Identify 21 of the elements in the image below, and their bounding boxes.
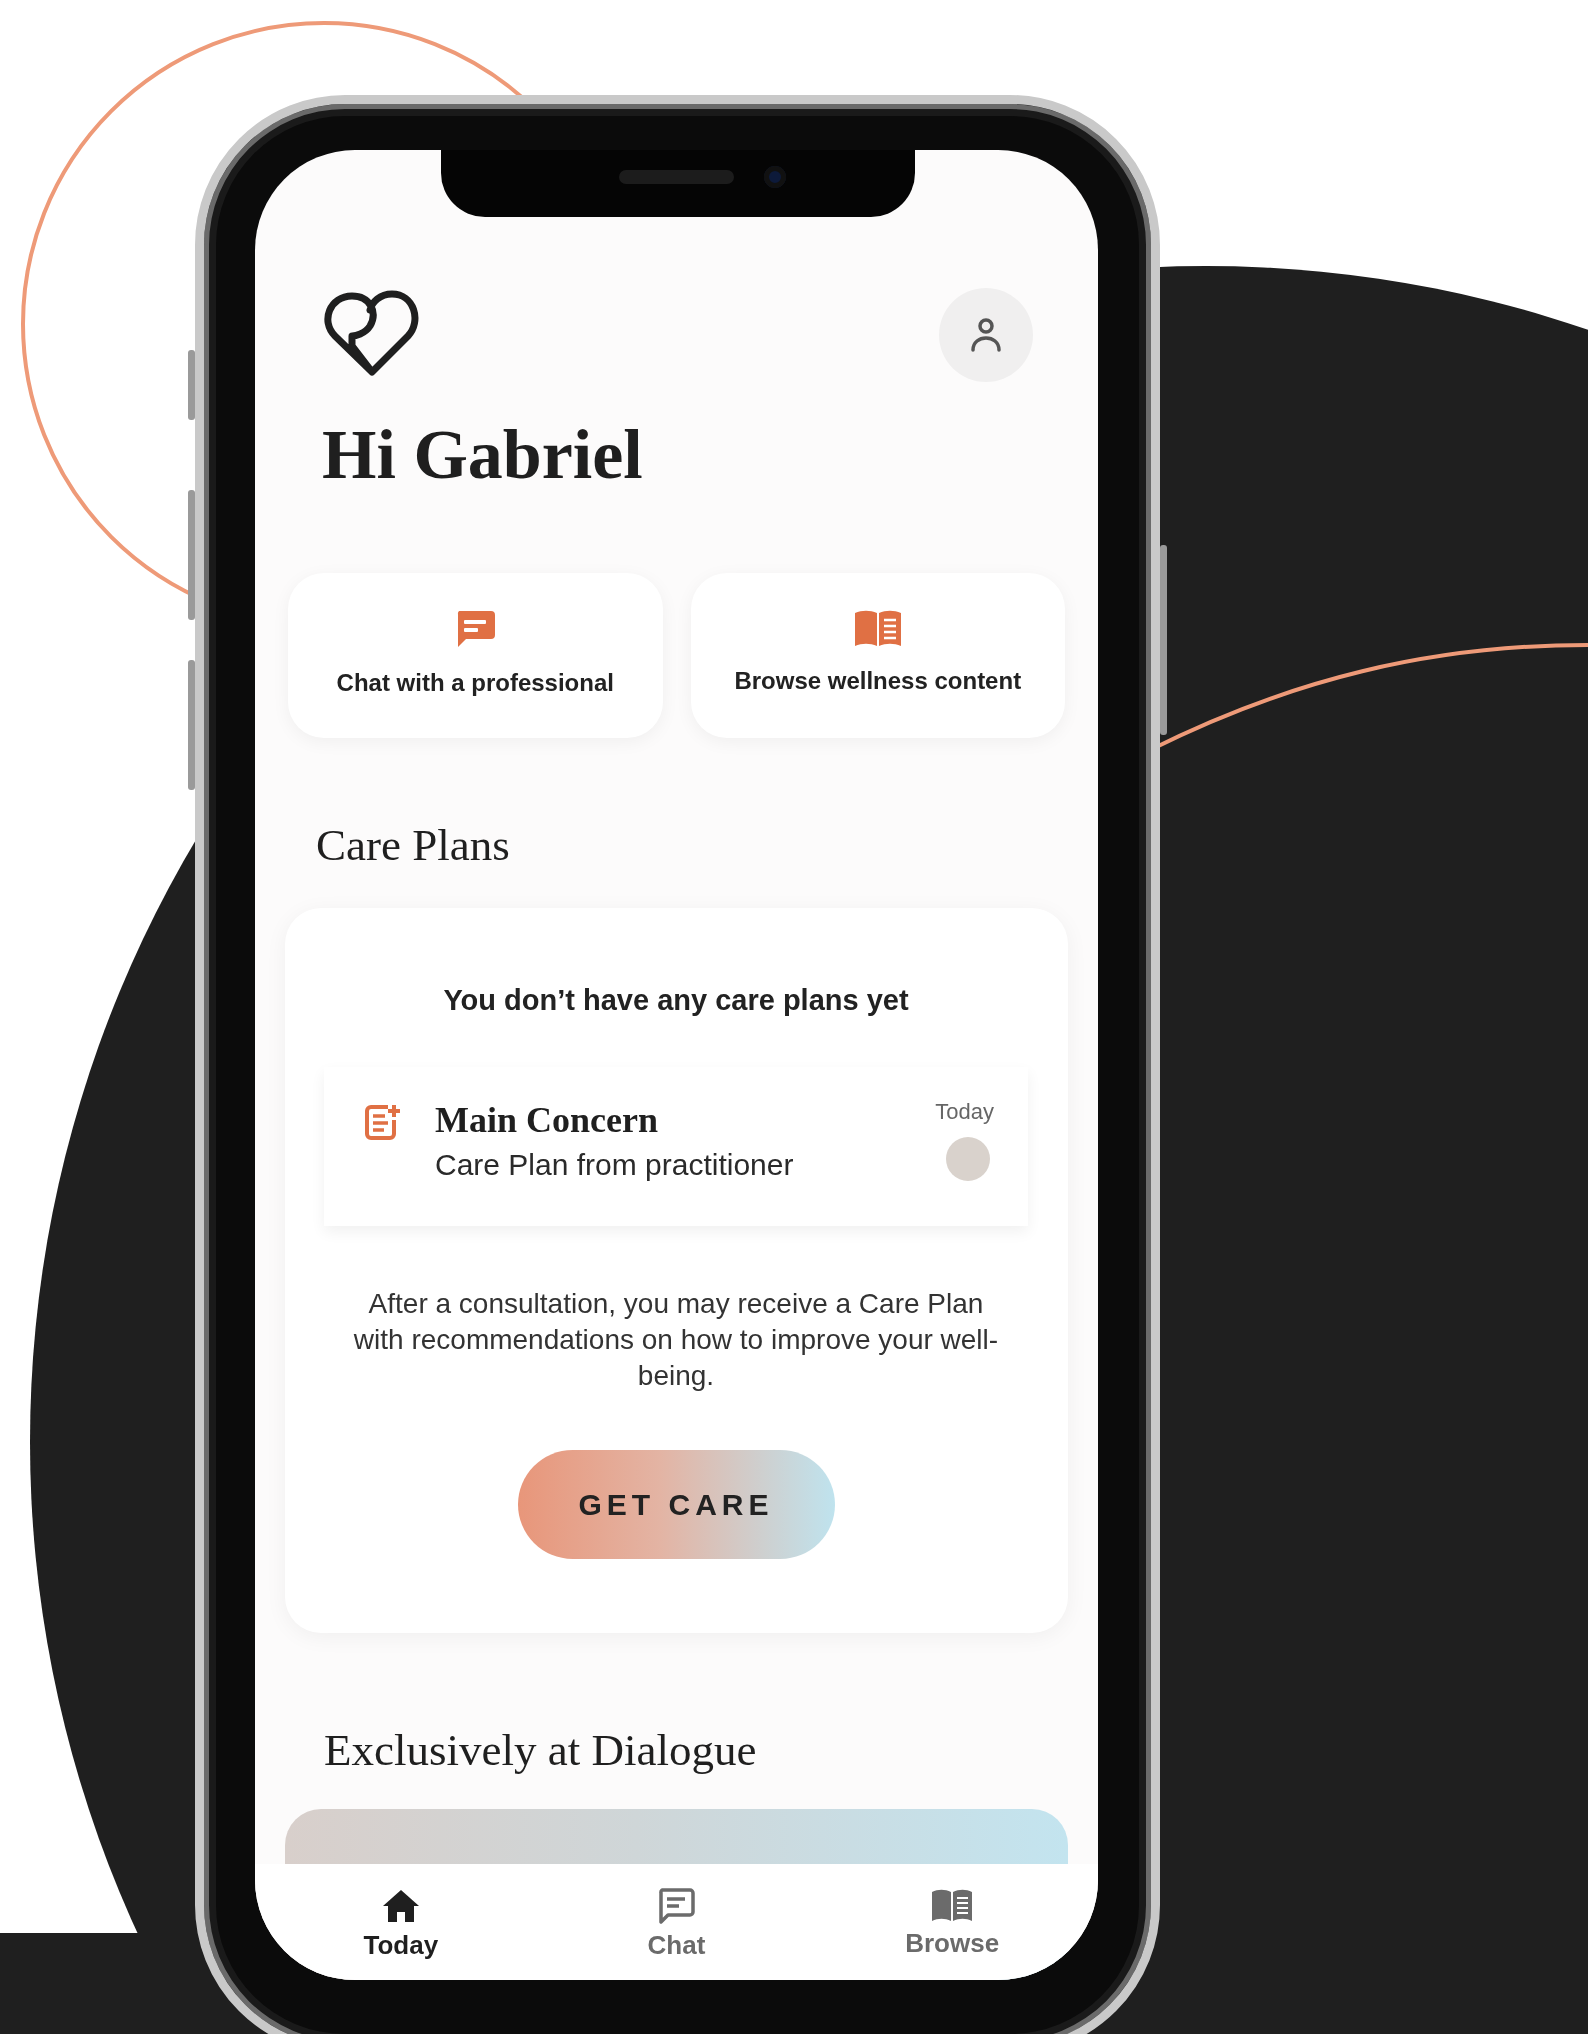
open-book-icon	[853, 609, 902, 647]
section-title: Exclusively at Dialogue	[324, 1724, 758, 1777]
get-care-button[interactable]: GET CARE	[517, 1450, 835, 1559]
heart-logo-icon	[322, 288, 421, 376]
tab-item[interactable]: Today	[263, 1864, 539, 1980]
greeting-title: Hi Gabriel	[322, 416, 644, 493]
plan-date: Today	[935, 1099, 994, 1125]
plan-title: Main Concern	[435, 1099, 659, 1142]
chat-bubble-icon	[657, 1888, 696, 1924]
tab-item[interactable]: Chat	[538, 1864, 815, 1980]
tab-item[interactable]: Browse	[814, 1864, 1090, 1980]
section-title: Care Plans	[316, 819, 511, 872]
quick-action-card[interactable]: Browse wellness content	[690, 573, 1065, 738]
plan-subtitle: Care Plan from practitioner	[435, 1148, 795, 1183]
description-text: After a consultation, you may receive a Care Plan with recommendations on how to improve your well-being.	[352, 1287, 1000, 1393]
quick-action-card[interactable]: Chat with a professional	[288, 573, 663, 738]
practitioner-avatar	[946, 1137, 990, 1181]
open-book-icon	[931, 1888, 974, 1922]
document-plus-icon	[364, 1103, 402, 1141]
person-icon	[970, 317, 1002, 353]
empty-message: You don’t have any care plans yet	[443, 984, 909, 1017]
